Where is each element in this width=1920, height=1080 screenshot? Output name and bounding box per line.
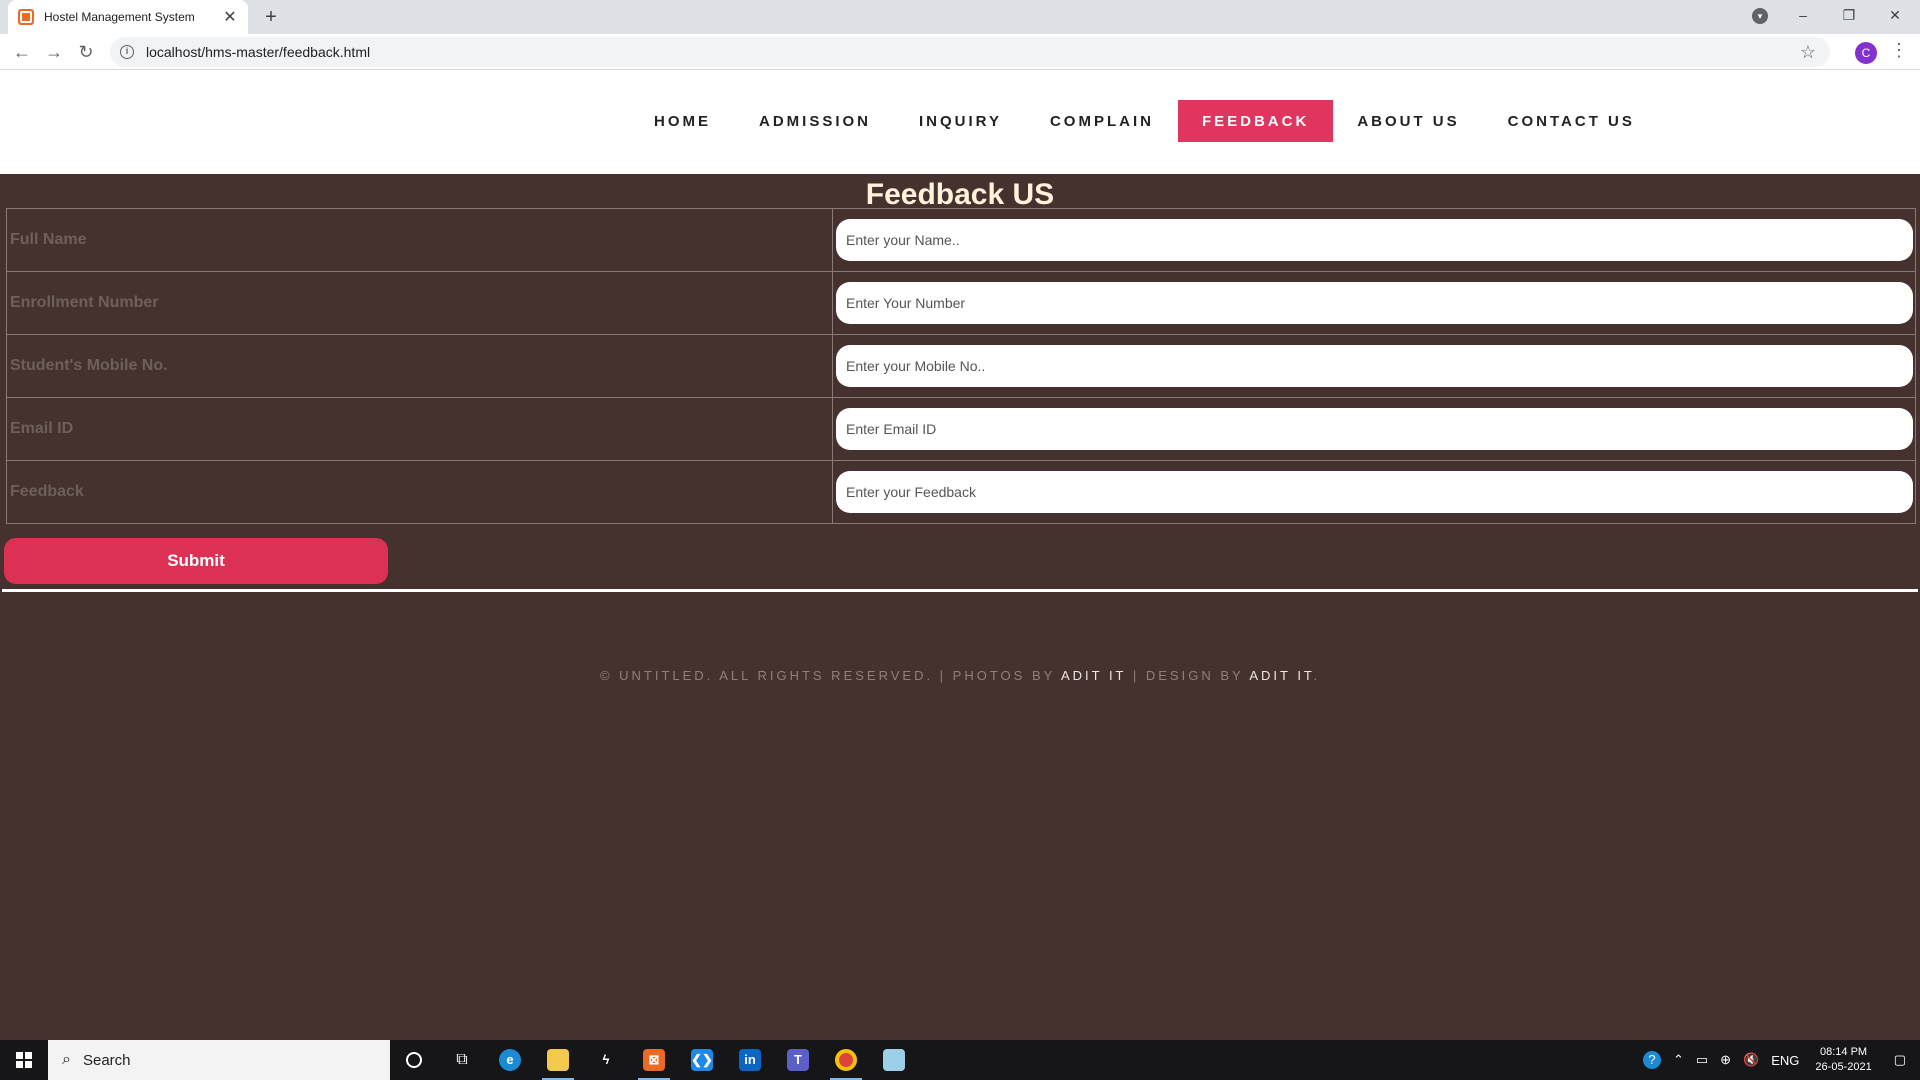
- cortana-icon[interactable]: [390, 1040, 438, 1080]
- submit-button[interactable]: Submit: [4, 538, 388, 584]
- bookmark-star-icon[interactable]: ☆: [1800, 42, 1816, 63]
- back-arrow-icon[interactable]: ←: [10, 40, 34, 64]
- email-input[interactable]: [836, 408, 1913, 450]
- site-info-icon[interactable]: i: [120, 45, 134, 59]
- reload-icon[interactable]: ↻: [74, 40, 98, 64]
- chrome-icon[interactable]: [822, 1040, 870, 1080]
- system-tray: ? ⌃ ▭ ⊕ 🔇 ENG 08:14 PM 26-05-2021 ▢: [1637, 1040, 1920, 1080]
- notes-app-icon[interactable]: [870, 1040, 918, 1080]
- tab-search-icon[interactable]: ▾: [1752, 8, 1768, 24]
- xampp-icon[interactable]: ⊠: [630, 1040, 678, 1080]
- site-header: HOME ADMISSION INQUIRY COMPLAIN FEEDBACK…: [0, 70, 1920, 174]
- help-icon[interactable]: ?: [1642, 1051, 1661, 1069]
- nav-admission[interactable]: ADMISSION: [735, 100, 895, 142]
- linkedin-icon[interactable]: in: [726, 1040, 774, 1080]
- form-title: Feedback US: [865, 178, 1055, 211]
- browser-toolbar: ← → ↻ i localhost/hms-master/feedback.ht…: [0, 34, 1920, 70]
- vscode-icon[interactable]: ❮❯: [678, 1040, 726, 1080]
- enrollment-number-input[interactable]: [836, 282, 1913, 324]
- restore-button[interactable]: ❐: [1826, 0, 1872, 30]
- tab-close-icon[interactable]: ✕: [222, 7, 238, 27]
- footer-design-text: | DESIGN BY: [1126, 668, 1250, 683]
- minimize-button[interactable]: –: [1780, 0, 1826, 30]
- form-row-enrollment: Enrollment Number: [6, 271, 1916, 335]
- form-row-email: Email ID: [6, 397, 1916, 461]
- task-view-icon[interactable]: ⧉: [438, 1040, 486, 1080]
- xampp-favicon-icon: [18, 9, 34, 25]
- tab-title: Hostel Management System: [44, 10, 195, 24]
- taskbar-clock[interactable]: 08:14 PM 26-05-2021: [1815, 1045, 1871, 1075]
- new-tab-button[interactable]: +: [258, 4, 284, 30]
- form-row-mobile: Student's Mobile No.: [6, 334, 1916, 398]
- browser-menu-icon[interactable]: ⋮: [1890, 40, 1908, 61]
- notifications-icon[interactable]: ▢: [1894, 1052, 1906, 1068]
- browser-tabbar: Hostel Management System ✕ + ▾ – ❐ ✕: [0, 0, 1920, 34]
- nav-inquiry[interactable]: INQUIRY: [895, 100, 1026, 142]
- chevron-up-icon[interactable]: ⌃: [1673, 1052, 1684, 1068]
- main-nav: HOME ADMISSION INQUIRY COMPLAIN FEEDBACK…: [630, 100, 1659, 142]
- network-globe-icon[interactable]: ⊕: [1720, 1052, 1731, 1068]
- enrollment-number-label: Enrollment Number: [6, 271, 833, 335]
- battery-icon[interactable]: ▭: [1696, 1052, 1708, 1068]
- form-table: Full Name Enrollment Number Student's Mo…: [6, 208, 1916, 524]
- nav-home[interactable]: HOME: [630, 100, 735, 142]
- sublime-text-icon[interactable]: ϟ: [582, 1040, 630, 1080]
- volume-muted-icon[interactable]: 🔇: [1743, 1052, 1759, 1068]
- nav-about-us[interactable]: ABOUT US: [1333, 100, 1483, 142]
- forward-arrow-icon[interactable]: →: [42, 40, 66, 64]
- footer-end: .: [1313, 668, 1321, 683]
- feedback-form: Feedback US Full Name Enrollment Number …: [2, 174, 1918, 592]
- mobile-number-input[interactable]: [836, 345, 1913, 387]
- footer-copyright: © UNTITLED. ALL RIGHTS RESERVED. | PHOTO…: [599, 668, 1061, 683]
- address-bar[interactable]: i localhost/hms-master/feedback.html ☆: [110, 37, 1830, 67]
- full-name-input[interactable]: [836, 219, 1913, 261]
- mobile-number-label: Student's Mobile No.: [6, 334, 833, 398]
- profile-avatar[interactable]: C: [1855, 42, 1877, 64]
- close-window-button[interactable]: ✕: [1872, 0, 1918, 30]
- nav-contact-us[interactable]: CONTACT US: [1484, 100, 1659, 142]
- file-explorer-icon[interactable]: [534, 1040, 582, 1080]
- taskbar-search-placeholder: Search: [82, 1051, 131, 1069]
- windows-start-icon[interactable]: [0, 1040, 48, 1080]
- nav-feedback[interactable]: FEEDBACK: [1177, 100, 1334, 142]
- nav-complain[interactable]: COMPLAIN: [1026, 100, 1178, 142]
- feedback-label: Feedback: [6, 460, 833, 524]
- footer-photos-link[interactable]: ADIT IT: [1061, 668, 1126, 683]
- taskbar-search-box[interactable]: ⌕ Search: [48, 1040, 390, 1080]
- full-name-label: Full Name: [6, 208, 833, 272]
- edge-icon[interactable]: e: [486, 1040, 534, 1080]
- url-text[interactable]: localhost/hms-master/feedback.html: [146, 44, 1800, 60]
- language-indicator[interactable]: ENG: [1771, 1053, 1799, 1068]
- feedback-input[interactable]: [836, 471, 1913, 513]
- teams-icon[interactable]: T: [774, 1040, 822, 1080]
- form-row-feedback: Feedback: [6, 460, 1916, 524]
- taskbar: ⌕ Search ⧉ e ϟ ⊠ ❮❯ in T ? ⌃ ▭ ⊕ 🔇 ENG 0…: [0, 1040, 1920, 1080]
- email-label: Email ID: [6, 397, 833, 461]
- footer: © UNTITLED. ALL RIGHTS RESERVED. | PHOTO…: [0, 668, 1920, 683]
- search-icon: ⌕: [62, 1051, 71, 1068]
- browser-tab[interactable]: Hostel Management System ✕: [8, 0, 248, 34]
- form-row-full-name: Full Name: [6, 208, 1916, 272]
- clock-date: 26-05-2021: [1815, 1061, 1872, 1073]
- clock-time: 08:14 PM: [1820, 1046, 1868, 1058]
- footer-design-link[interactable]: ADIT IT: [1249, 668, 1313, 683]
